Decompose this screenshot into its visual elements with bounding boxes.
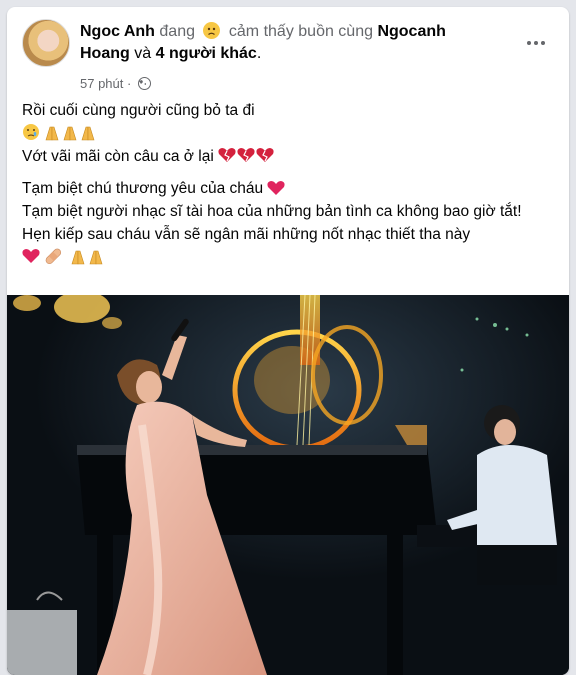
author-name[interactable]: Ngoc Anh <box>80 23 155 40</box>
post-time[interactable]: 57 phút <box>80 76 123 91</box>
tagged-others[interactable]: 4 người khác <box>156 45 257 62</box>
post-line-2-emojis <box>22 122 557 145</box>
post-line-3: Vớt vãi mãi còn câu ca ở lại <box>22 145 557 168</box>
post-meta: 57 phút · <box>80 76 151 92</box>
crying-praying-icon <box>23 124 95 141</box>
post-line-6: Hẹn kiếp sau cháu vẫn sẽ ngân mãi những … <box>22 226 471 243</box>
broken-heart-icon <box>218 148 274 162</box>
title-end: . <box>256 45 262 62</box>
post-card: Ngoc Anh đang cảm thấy buồn cùng Ngocanh… <box>7 7 569 675</box>
post-line-1: Rồi cuối cùng người cũng bỏ ta đi <box>22 102 255 119</box>
post-body: Rồi cuối cùng người cũng bỏ ta đi Vớt vã… <box>22 99 557 269</box>
post-line-4-text: Tạm biệt chú thương yêu của cháu <box>22 180 264 197</box>
more-options-button[interactable] <box>520 33 552 53</box>
post-line-3-text: Vớt vãi mãi còn câu ca ở lại <box>22 148 214 165</box>
post-line-7-emojis <box>22 246 557 269</box>
heart-bandage-praying-icon <box>22 248 103 265</box>
more-dots-icon <box>527 41 531 45</box>
author-avatar[interactable] <box>22 19 70 67</box>
post-photo[interactable] <box>7 295 569 675</box>
post-line-4: Tạm biệt chú thương yêu của cháu <box>22 177 557 200</box>
feeling-text: cảm thấy buồn cùng <box>228 23 373 40</box>
tagged-conj: và <box>134 45 152 62</box>
post-header: Ngoc Anh đang cảm thấy buồn cùng Ngocanh… <box>22 19 552 92</box>
red-heart-icon <box>267 181 286 195</box>
globe-icon[interactable] <box>137 77 151 90</box>
post-title: Ngoc Anh đang cảm thấy buồn cùng Ngocanh… <box>80 21 500 65</box>
post-line-5: Tạm biệt người nhạc sĩ tài hoa của những… <box>22 203 522 220</box>
feeling-prefix: đang <box>159 23 195 40</box>
meta-separator: · <box>127 76 132 91</box>
sad-face-icon <box>203 22 221 39</box>
